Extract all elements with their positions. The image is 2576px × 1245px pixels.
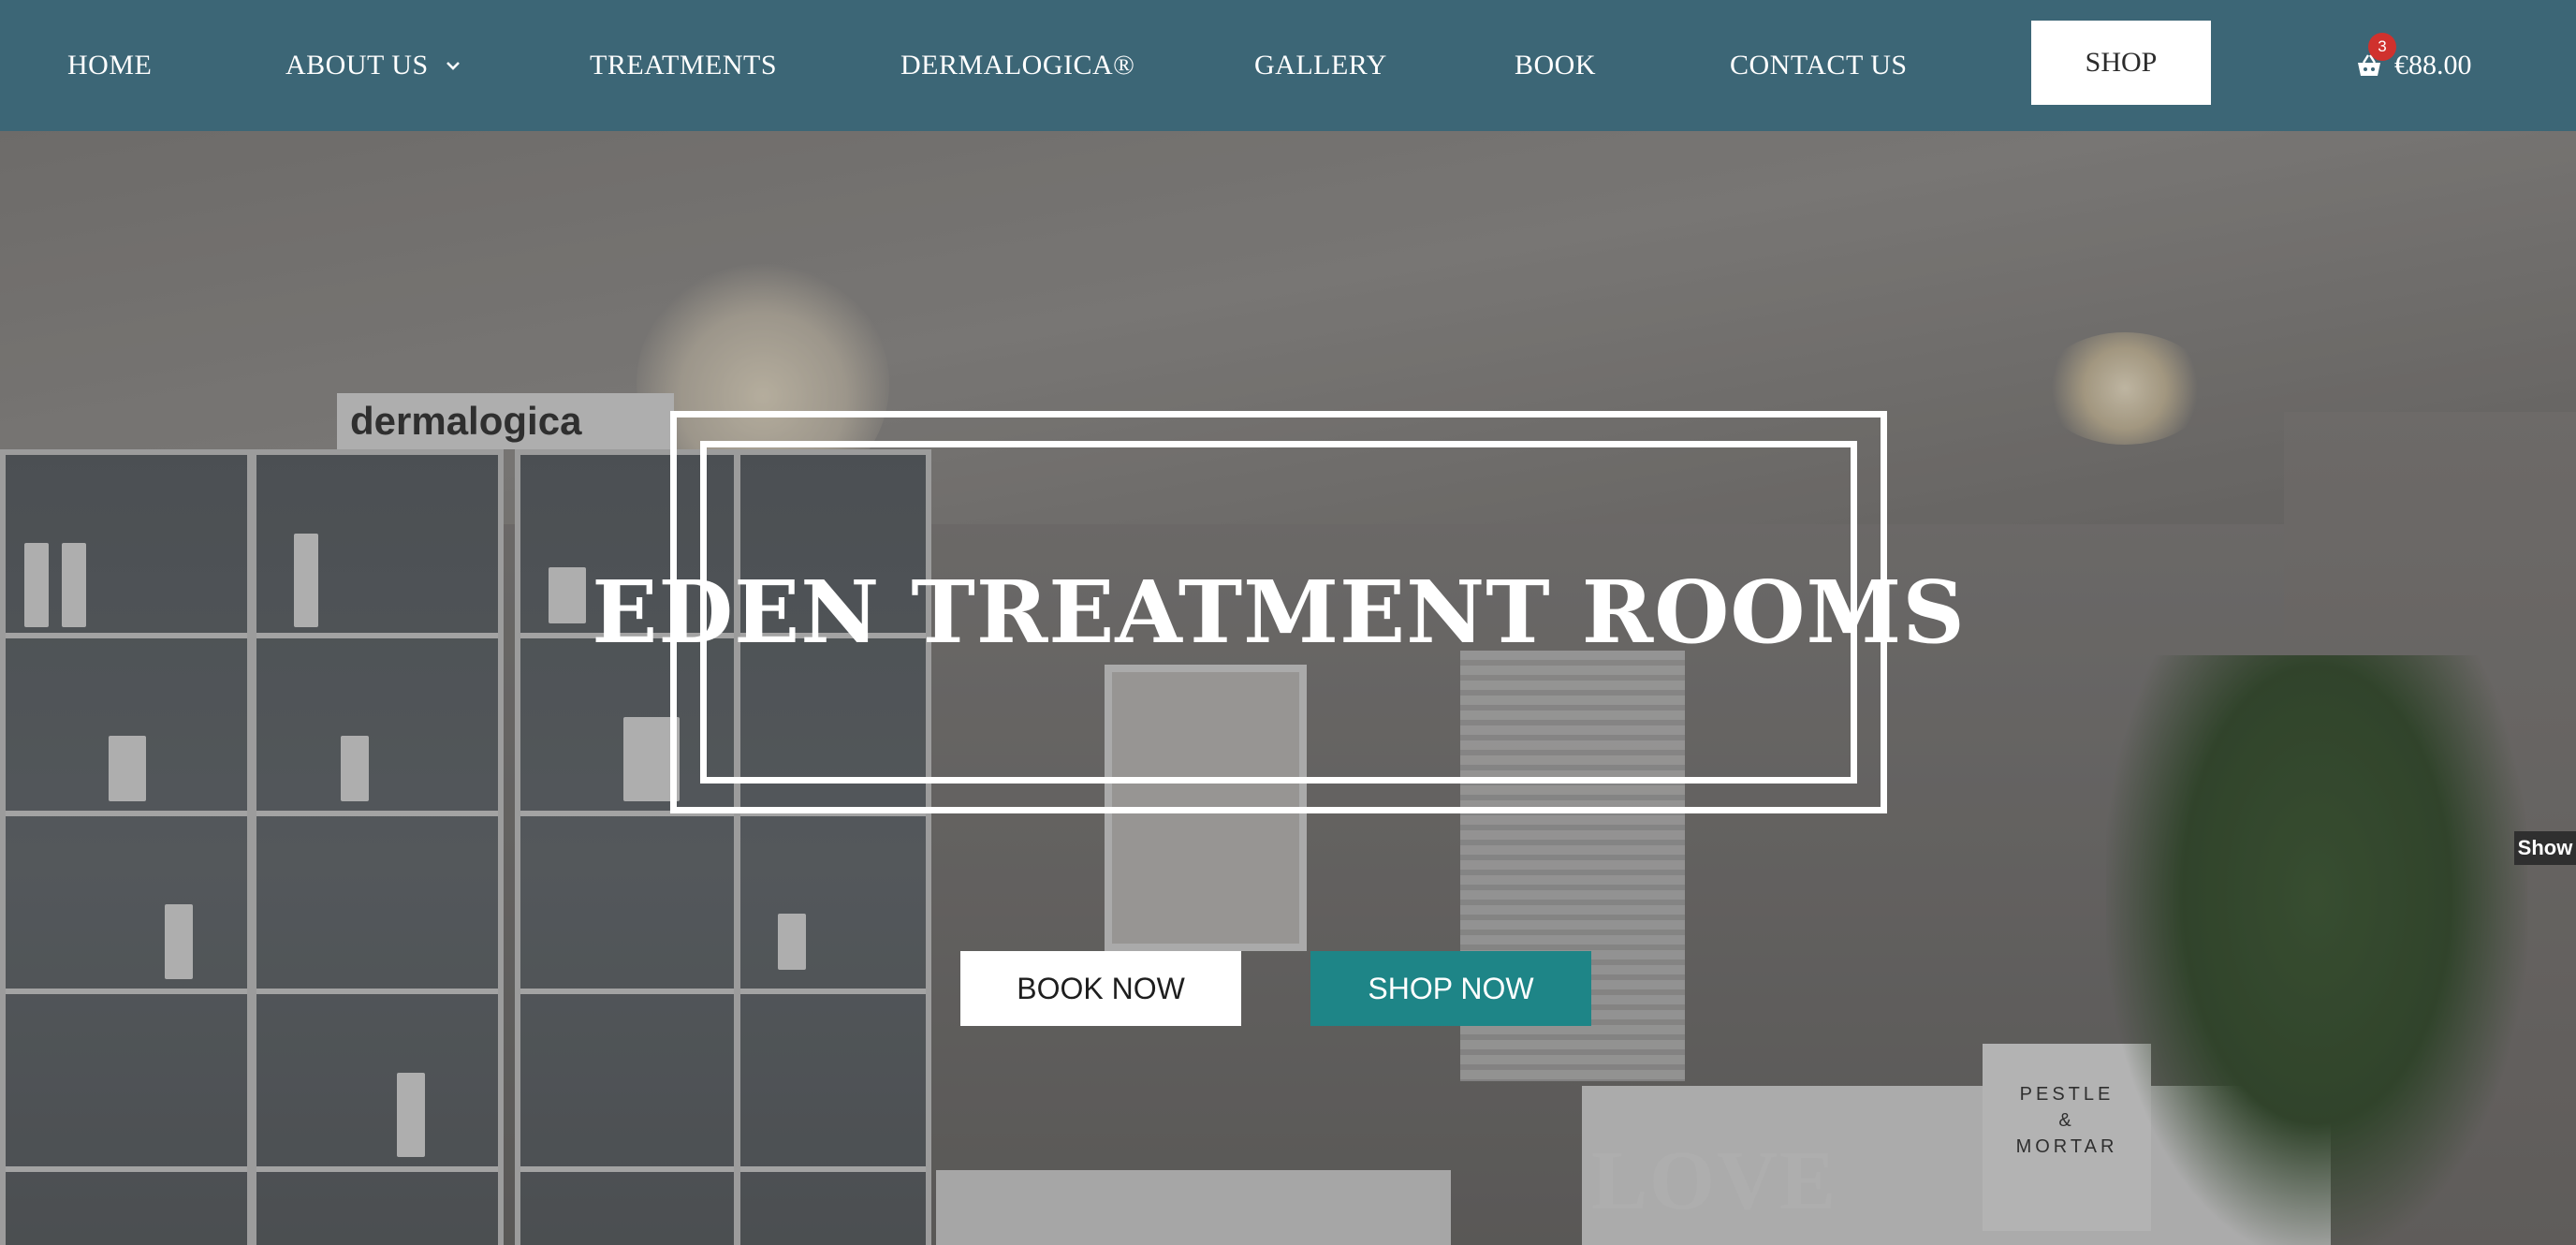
shop-now-label: SHOP NOW: [1368, 971, 1534, 1005]
top-navigation-bar: HOME ABOUT US TREATMENTS DERMALOGICA® GA…: [0, 0, 2576, 131]
basket-icon: 3: [2355, 33, 2396, 80]
shop-now-button[interactable]: SHOP NOW: [1310, 951, 1591, 1026]
side-show-tab[interactable]: Show: [2514, 831, 2576, 865]
nav-contact-us-label: CONTACT US: [1730, 50, 1908, 81]
shop-button-label: SHOP: [2085, 47, 2158, 78]
nav-book-label: BOOK: [1515, 50, 1597, 81]
cart-total: €88.00: [2394, 50, 2472, 81]
nav-home-label: HOME: [67, 50, 153, 81]
book-now-label: BOOK NOW: [1017, 971, 1185, 1005]
nav-about-us-label: ABOUT US: [285, 50, 429, 81]
nav-gallery-label: GALLERY: [1254, 50, 1387, 81]
hero-title: EDEN TREATMENT ROOMS: [592, 562, 1966, 663]
nav-treatments-label: TREATMENTS: [590, 50, 777, 81]
nav-contact-us[interactable]: CONTACT US: [1730, 0, 1908, 131]
book-now-button[interactable]: BOOK NOW: [960, 951, 1241, 1026]
chevron-down-icon: [446, 60, 461, 71]
nav-treatments[interactable]: TREATMENTS: [590, 0, 777, 131]
nav-book[interactable]: BOOK: [1515, 0, 1596, 131]
nav-home[interactable]: HOME: [67, 0, 152, 131]
nav-dermalogica[interactable]: DERMALOGICA®: [900, 0, 1134, 131]
hero-title-frame-inner: EDEN TREATMENT ROOMS: [592, 441, 1965, 784]
nav-about-us[interactable]: ABOUT US: [285, 0, 461, 131]
shop-button[interactable]: SHOP: [2031, 21, 2211, 105]
cart-count-badge: 3: [2368, 33, 2396, 61]
nav-gallery[interactable]: GALLERY: [1254, 0, 1387, 131]
cart-button[interactable]: 3 €88.00: [2355, 0, 2472, 131]
nav-dermalogica-label: DERMALOGICA®: [900, 50, 1135, 81]
